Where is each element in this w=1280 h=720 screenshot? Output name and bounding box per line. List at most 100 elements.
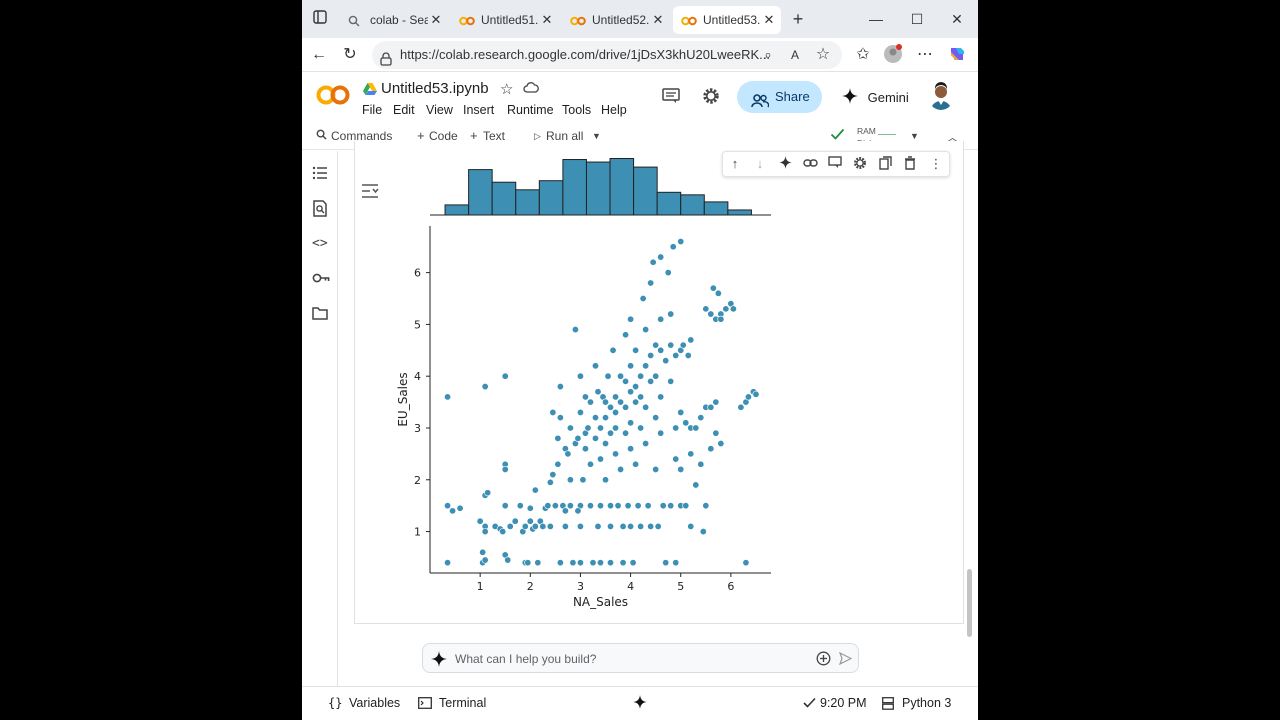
scatter-point	[511, 517, 519, 525]
execution-time[interactable]: 9:20 PM	[820, 696, 867, 710]
scatter-point	[571, 326, 579, 334]
menu-help[interactable]: Help	[601, 103, 627, 117]
y-tick-label: 1	[414, 526, 421, 539]
y-axis-label: EU_Sales	[396, 372, 410, 426]
scatter-point	[609, 346, 617, 354]
scatter-point	[607, 429, 615, 437]
gemini-label: Gemini	[867, 90, 909, 105]
scatter-point	[602, 414, 610, 422]
settings-gear-icon[interactable]	[702, 87, 720, 110]
tab-untitled53[interactable]: Untitled53.ip ✕	[673, 6, 781, 34]
reload-icon[interactable]: ↻	[339, 44, 361, 66]
maximize-icon[interactable]: ☐	[905, 8, 929, 30]
comment-icon[interactable]	[662, 88, 680, 109]
zoom-icon[interactable]: ⌕	[757, 44, 779, 66]
scatter-point	[632, 398, 640, 406]
scatter-point	[644, 502, 652, 510]
move-up-icon[interactable]: ↑	[727, 156, 743, 172]
close-tab-icon[interactable]: ✕	[539, 12, 555, 28]
menu-view[interactable]: View	[426, 103, 453, 117]
scatter-point	[597, 455, 605, 463]
scatter-point	[632, 460, 640, 468]
user-avatar[interactable]	[928, 82, 954, 110]
star-icon[interactable]: ☆	[500, 80, 513, 98]
terminal-icon	[418, 697, 432, 712]
x-tick-label: 1	[477, 580, 484, 593]
scatter-point	[744, 393, 752, 401]
favorites-bar-icon[interactable]: ✩	[852, 44, 874, 66]
menu-tools[interactable]: Tools	[562, 103, 591, 117]
terminal-button[interactable]: Terminal	[439, 696, 486, 710]
new-tab-icon[interactable]: +	[788, 9, 808, 29]
find-replace-icon[interactable]	[312, 200, 330, 218]
menu-insert[interactable]: Insert	[463, 103, 494, 117]
tab-label: Untitled53.ip	[703, 13, 761, 27]
comment-icon[interactable]	[827, 156, 843, 172]
scatter-point	[709, 284, 717, 292]
x-tick-label: 2	[527, 580, 534, 593]
scatter-point	[566, 476, 574, 484]
send-icon[interactable]	[838, 651, 853, 668]
chevron-down-icon[interactable]: ▼	[592, 131, 601, 141]
tab-untitled51[interactable]: Untitled51.ip ✕	[451, 6, 559, 34]
variables-button[interactable]: Variables	[349, 696, 400, 710]
favorite-icon[interactable]: ☆	[812, 44, 834, 66]
scatter-point	[652, 414, 660, 422]
y-tick-label: 2	[414, 474, 421, 487]
add-attachment-icon[interactable]	[816, 651, 831, 669]
minimize-icon[interactable]: —	[864, 8, 888, 30]
x-tick-label: 5	[677, 580, 684, 593]
copilot-icon[interactable]	[946, 44, 968, 66]
scatter-point	[566, 502, 574, 510]
gemini-sparkle-icon[interactable]	[633, 695, 647, 712]
tab-colab-search[interactable]: colab - Sear ✕	[340, 6, 448, 34]
menu-file[interactable]: File	[362, 103, 382, 117]
tab-actions-icon[interactable]	[310, 9, 330, 29]
table-of-contents-icon[interactable]	[312, 165, 330, 183]
close-window-icon[interactable]: ✕	[945, 8, 969, 30]
cell-toolbar: ↑ ↓ ⋮	[722, 151, 950, 177]
scrollbar-thumb[interactable]	[967, 569, 972, 637]
mirror-cell-icon[interactable]	[877, 156, 893, 172]
scatter-point	[729, 305, 737, 313]
close-tab-icon[interactable]: ✕	[650, 12, 666, 28]
read-aloud-icon[interactable]: A	[784, 44, 806, 66]
notebook-title[interactable]: Untitled53.ipynb	[381, 80, 489, 97]
scatter-point	[602, 476, 610, 484]
scatter-point	[717, 440, 725, 448]
output-toggle-icon[interactable]	[361, 183, 379, 201]
back-icon[interactable]: ←	[308, 44, 330, 66]
gemini-button[interactable]: Gemini	[842, 88, 909, 107]
scatter-point	[627, 445, 635, 453]
gemini-prompt-bar[interactable]: What can I help you build?	[422, 643, 859, 673]
colab-logo-icon[interactable]	[316, 84, 350, 111]
scatter-point	[617, 372, 625, 380]
settings-gear-icon[interactable]	[852, 156, 868, 172]
scatter-point	[602, 440, 610, 448]
scatter-point	[531, 522, 539, 530]
scatter-point	[584, 424, 592, 432]
secrets-key-icon[interactable]	[312, 271, 330, 289]
chevron-down-icon[interactable]: ▼	[910, 131, 919, 141]
close-tab-icon[interactable]: ✕	[761, 12, 777, 28]
profile-icon[interactable]	[882, 44, 904, 66]
link-icon[interactable]	[802, 156, 818, 172]
kernel-label[interactable]: Python 3	[902, 696, 951, 710]
close-tab-icon[interactable]: ✕	[428, 12, 444, 28]
more-icon[interactable]: ⋯	[914, 44, 936, 66]
scatter-point	[569, 559, 577, 567]
move-down-icon[interactable]: ↓	[752, 156, 768, 172]
more-vert-icon[interactable]: ⋮	[928, 156, 944, 172]
menu-runtime[interactable]: Runtime	[507, 103, 554, 117]
ram-meter[interactable]	[878, 128, 896, 135]
gemini-sparkle-icon[interactable]	[777, 156, 793, 172]
code-snippets-icon[interactable]: <>	[312, 236, 330, 254]
menu-edit[interactable]: Edit	[393, 103, 415, 117]
delete-trash-icon[interactable]	[902, 156, 918, 172]
status-bar: {} Variables Terminal 9:20 PM Python 3	[302, 686, 978, 720]
share-button[interactable]: Share	[737, 81, 822, 113]
scatter-point	[642, 440, 650, 448]
gemini-sparkle-icon	[431, 651, 447, 670]
files-folder-icon[interactable]	[312, 306, 330, 324]
tab-untitled52[interactable]: Untitled52.ip ✕	[562, 6, 670, 34]
